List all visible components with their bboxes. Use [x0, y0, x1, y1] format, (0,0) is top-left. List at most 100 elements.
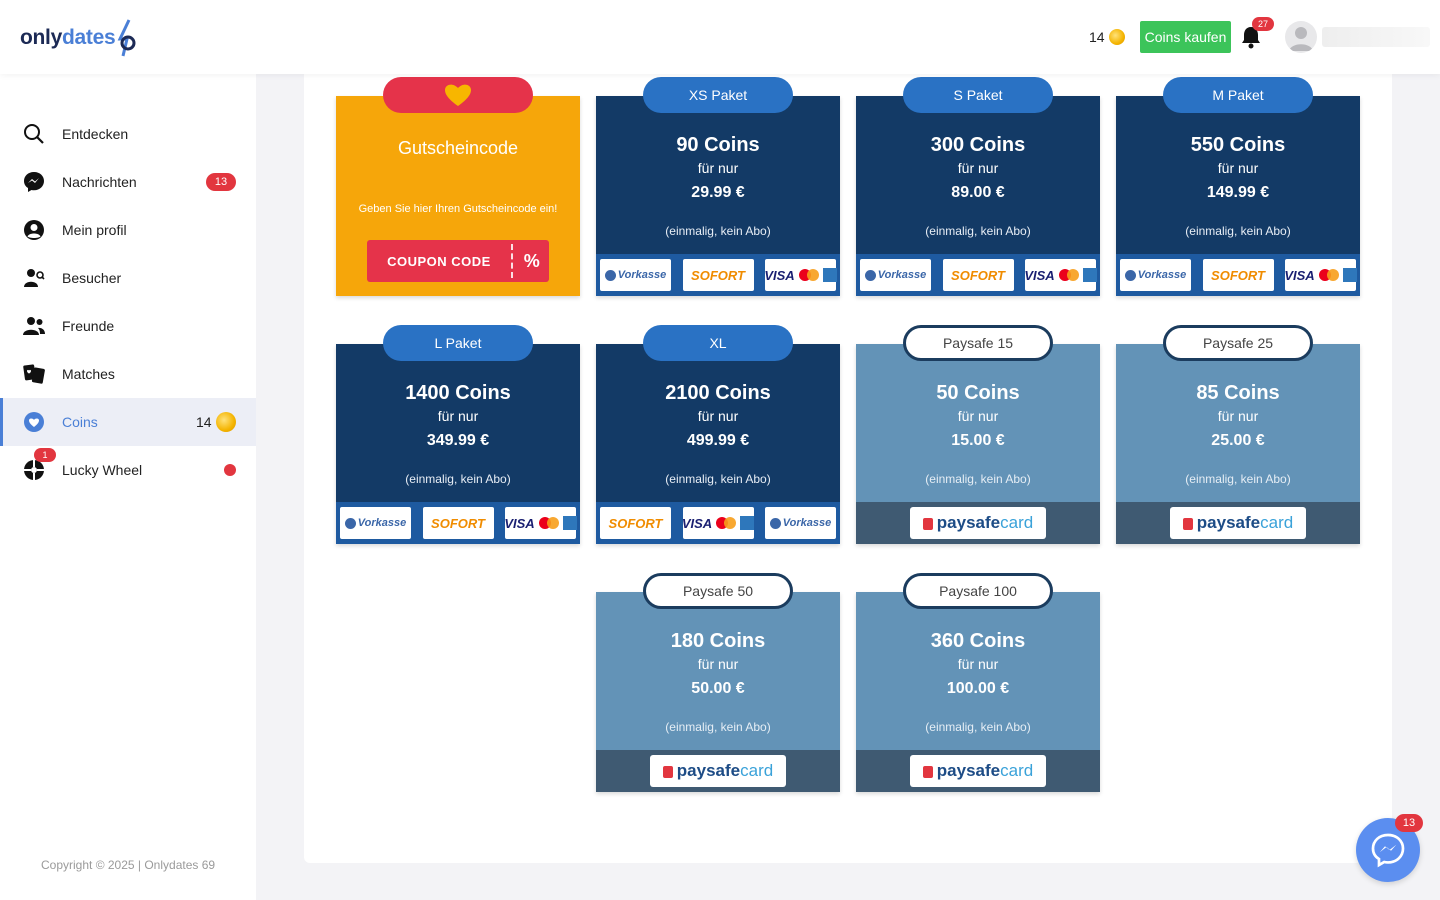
price-prefix: für nur — [697, 408, 739, 424]
package-name: S Paket — [903, 77, 1053, 113]
package-card-paysafe-15[interactable]: Paysafe 15 50 Coins für nur 15.00 € (ein… — [856, 325, 1100, 544]
package-name: L Paket — [383, 325, 533, 361]
header-coin-balance: 14 — [1089, 29, 1125, 45]
vorkasse-logo[interactable]: Vorkasse — [860, 259, 931, 291]
payment-methods: Vorkasse SOFORT VISA — [336, 502, 580, 544]
package-name: Paysafe 50 — [643, 573, 793, 609]
buy-coins-button[interactable]: Coins kaufen — [1140, 21, 1231, 53]
package-note: (einmalig, kein Abo) — [925, 472, 1031, 486]
username-blurred[interactable] — [1322, 27, 1430, 47]
package-name: XL — [643, 325, 793, 361]
top-header: only dates 14 Coins kaufen 27 — [0, 0, 1440, 74]
package-card-xl[interactable]: XL 2100 Coins für nur 499.99 € (einmalig… — [596, 325, 840, 544]
visa-mastercard-amex-logo[interactable]: VISA — [1024, 259, 1097, 291]
package-card-paysafe-25[interactable]: Paysafe 25 85 Coins für nur 25.00 € (ein… — [1116, 325, 1360, 544]
package-price: 349.99 € — [426, 432, 490, 449]
sofort-logo[interactable]: SOFORT — [682, 259, 754, 291]
sidebar-item-nachrichten[interactable]: Nachrichten 13 — [0, 158, 256, 206]
paysafecard-logo[interactable]: paysafe card — [650, 755, 786, 787]
sidebar-item-label: Matches — [62, 366, 115, 382]
package-price: 15.00 € — [951, 432, 1005, 449]
vorkasse-logo[interactable]: Vorkasse — [340, 507, 411, 539]
package-coins: 550 Coins — [1190, 134, 1286, 156]
sidebar-item-besucher[interactable]: Besucher — [0, 254, 256, 302]
sofort-label: SOFORT — [951, 267, 1005, 283]
coins-count: 14 — [196, 414, 212, 430]
payment-methods: Vorkasse SOFORT VISA — [596, 254, 840, 296]
sofort-logo[interactable]: SOFORT — [1202, 259, 1274, 291]
vorkasse-logo[interactable]: Vorkasse — [765, 507, 836, 539]
package-name: Paysafe 100 — [903, 573, 1053, 609]
visa-mastercard-amex-logo[interactable]: VISA — [682, 507, 755, 539]
friends-icon — [23, 317, 45, 335]
package-name: M Paket — [1163, 77, 1313, 113]
sidebar-item-freunde[interactable]: Freunde — [0, 302, 256, 350]
card-label: card — [1260, 513, 1294, 532]
payment-methods: Vorkasse SOFORT VISA — [856, 254, 1100, 296]
package-name: Paysafe 15 — [903, 325, 1053, 361]
paysafe-label: paysafe — [936, 513, 1001, 532]
package-card-l[interactable]: L Paket 1400 Coins für nur 349.99 € (ein… — [336, 325, 580, 544]
payment-methods: paysafe card — [596, 750, 840, 792]
sidebar-item-label: Coins — [62, 414, 98, 430]
vorkasse-label: Vorkasse — [1137, 269, 1187, 281]
sofort-logo[interactable]: SOFORT — [422, 507, 494, 539]
vorkasse-logo[interactable]: Vorkasse — [600, 259, 671, 291]
package-price: 100.00 € — [946, 680, 1010, 697]
package-card-xs[interactable]: XS Paket 90 Coins für nur 29.99 € (einma… — [596, 77, 840, 296]
paysafecard-logo[interactable]: paysafe card — [1170, 507, 1306, 539]
sofort-logo[interactable]: SOFORT — [942, 259, 1014, 291]
logo-mark-icon — [117, 19, 136, 57]
price-prefix: für nur — [1217, 408, 1259, 424]
package-note: (einmalig, kein Abo) — [925, 224, 1031, 238]
package-coins: 360 Coins — [930, 630, 1026, 652]
messenger-icon — [1371, 833, 1405, 868]
logo[interactable]: only dates — [20, 18, 137, 58]
price-prefix: für nur — [437, 408, 479, 424]
visa-mastercard-amex-logo[interactable]: VISA — [1284, 259, 1357, 291]
paysafecard-logo[interactable]: paysafe card — [910, 507, 1046, 539]
package-coins: 180 Coins — [670, 630, 766, 652]
lucky-wheel-badge: 1 — [34, 448, 56, 462]
package-coins: 85 Coins — [1196, 382, 1280, 404]
paysafecard-logo[interactable]: paysafe card — [910, 755, 1046, 787]
visa-label: VISA — [1284, 267, 1315, 283]
package-price: 25.00 € — [1211, 432, 1265, 449]
sofort-label: SOFORT — [691, 267, 745, 283]
package-note: (einmalig, kein Abo) — [665, 472, 771, 486]
avatar[interactable] — [1285, 21, 1317, 53]
visa-mastercard-amex-logo[interactable]: VISA — [764, 259, 837, 291]
sidebar-item-mein-profil[interactable]: Mein profil — [0, 206, 256, 254]
payment-methods: paysafe card — [856, 502, 1100, 544]
amex-icon — [1342, 268, 1357, 282]
package-price: 29.99 € — [691, 184, 745, 201]
sidebar-item-entdecken[interactable]: Entdecken — [0, 110, 256, 158]
messenger-badge: 13 — [1395, 814, 1423, 832]
package-card-m[interactable]: M Paket 550 Coins für nur 149.99 € (einm… — [1116, 77, 1360, 296]
package-note: (einmalig, kein Abo) — [665, 720, 771, 734]
mastercard-icon — [1058, 269, 1079, 281]
vorkasse-logo[interactable]: Vorkasse — [1120, 259, 1191, 291]
paysafe-label: paysafe — [1196, 513, 1261, 532]
sidebar-item-label: Mein profil — [62, 222, 127, 238]
price-prefix: für nur — [697, 656, 739, 672]
sofort-logo[interactable]: SOFORT — [600, 507, 671, 539]
coupon-text: Geben Sie hier Ihren Gutscheincode ein! — [358, 203, 558, 215]
sidebar-item-lucky-wheel[interactable]: 1 Lucky Wheel — [0, 446, 256, 494]
package-coins: 2100 Coins — [665, 382, 771, 404]
heart-badge-icon — [24, 412, 44, 432]
coupon-title: Gutscheincode — [397, 138, 519, 158]
amex-icon — [822, 268, 837, 282]
package-card-s[interactable]: S Paket 300 Coins für nur 89.00 € (einma… — [856, 77, 1100, 296]
visa-label: VISA — [764, 267, 795, 283]
sidebar-item-coins[interactable]: Coins 14 — [0, 398, 256, 446]
package-price: 50.00 € — [691, 680, 745, 697]
visa-mastercard-amex-logo[interactable]: VISA — [504, 507, 577, 539]
coupon-code-button[interactable]: COUPON CODE % — [367, 240, 549, 282]
package-card-paysafe-100[interactable]: Paysafe 100 360 Coins für nur 100.00 € (… — [856, 573, 1100, 792]
package-card-paysafe-50[interactable]: Paysafe 50 180 Coins für nur 50.00 € (ei… — [596, 573, 840, 792]
sidebar-item-matches[interactable]: Matches — [0, 350, 256, 398]
card-label: card — [1000, 513, 1034, 532]
package-coins: 1400 Coins — [405, 382, 511, 404]
price-prefix: für nur — [697, 160, 739, 176]
